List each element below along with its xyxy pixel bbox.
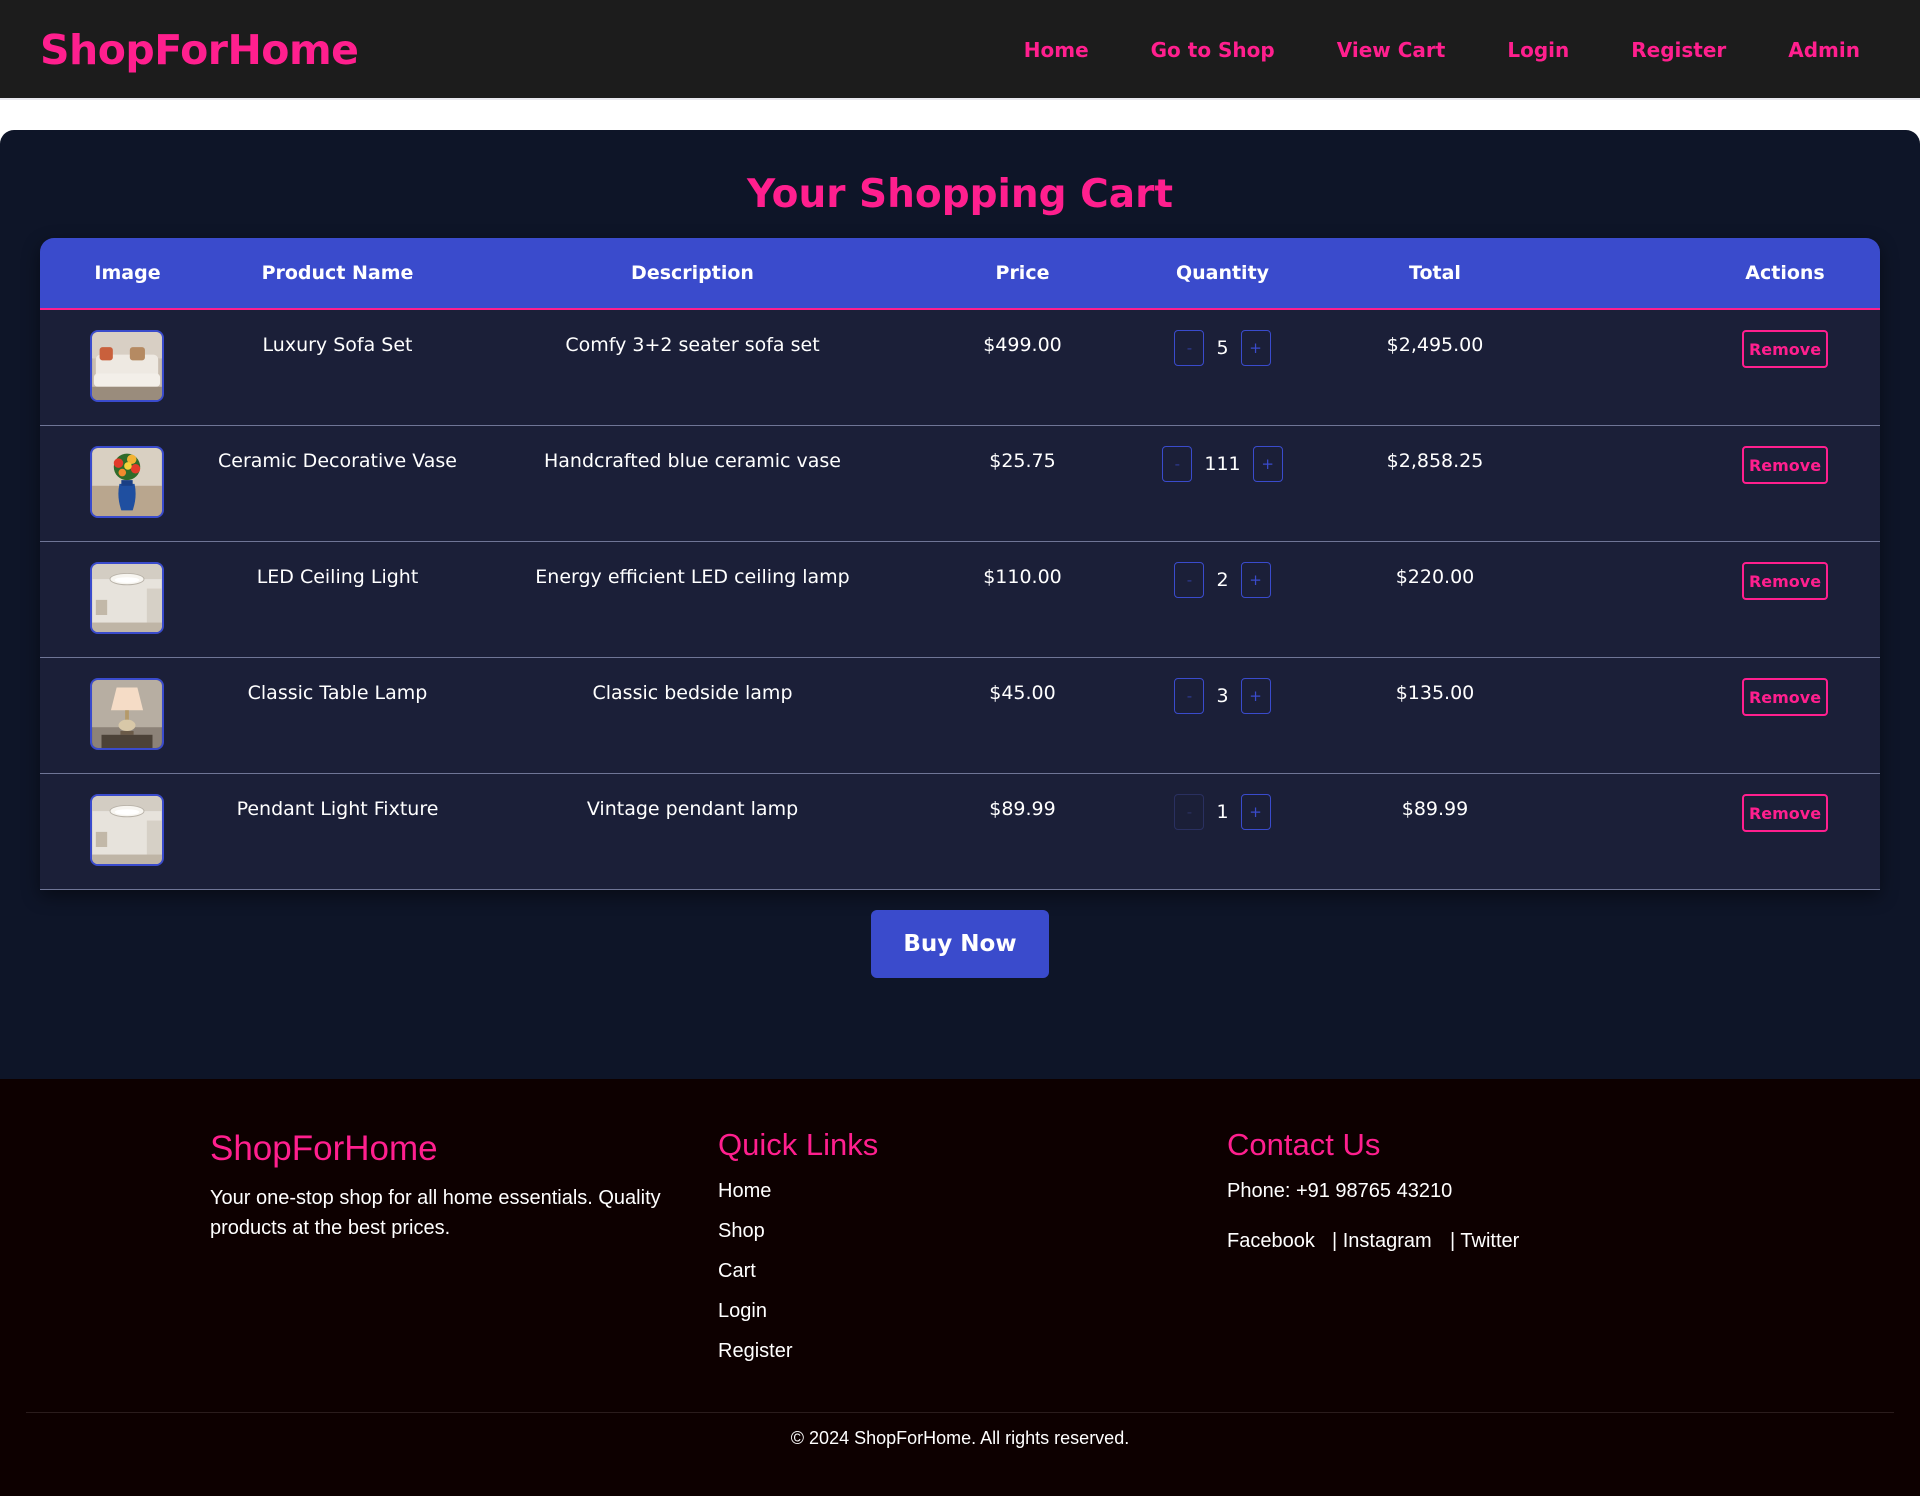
contact-phone: Phone: +91 98765 43210 [1227,1180,1453,1202]
contact-title: Contact Us [1227,1127,1381,1162]
ceiling-light-image [90,562,164,634]
product-name: Pendant Light Fixture [236,798,439,820]
decrease-quantity-button[interactable]: - [1174,794,1205,830]
col-actions: Actions [1745,262,1825,284]
col-product-name: Product Name [261,262,414,284]
product-description: Classic bedside lamp [592,682,793,704]
brand-logo[interactable]: ShopForHome [40,26,359,74]
product-name: Luxury Sofa Set [262,334,413,356]
line-total: $135.00 [1395,682,1475,704]
increase-quantity-button[interactable]: + [1240,562,1271,598]
decrease-quantity-button[interactable]: - [1174,678,1205,714]
increase-quantity-button[interactable]: + [1240,794,1271,830]
remove-button[interactable]: Remove [1742,794,1828,832]
product-description: Energy efficient LED ceiling lamp [535,566,850,588]
product-name: LED Ceiling Light [256,566,419,588]
remove-button[interactable]: Remove [1742,330,1828,368]
increase-quantity-button[interactable]: + [1240,678,1271,714]
nav-shop[interactable]: Go to Shop [1151,38,1275,62]
sofa-image [90,330,164,402]
product-price: $45.00 [989,682,1056,704]
quick-links-title: Quick Links [718,1127,879,1162]
decrease-quantity-button[interactable]: - [1174,562,1205,598]
table-row: Pendant Light Fixture Vintage pendant la… [40,774,1880,890]
col-quantity: Quantity [1175,262,1270,284]
quantity-value: 2 [1216,569,1229,591]
footer-tagline: Your one-stop shop for all home essentia… [210,1187,661,1239]
remove-button[interactable]: Remove [1742,562,1828,600]
product-price: $499.00 [983,334,1062,356]
product-description: Comfy 3+2 seater sofa set [565,334,820,356]
remove-button[interactable]: Remove [1742,446,1828,484]
quantity-stepper: - 2 + [1120,562,1325,598]
footer-link-register[interactable]: Register [718,1340,792,1363]
nav-links: Home Go to Shop View Cart Login Register… [962,38,1860,62]
quantity-stepper: - 3 + [1120,678,1325,714]
quantity-value: 5 [1216,337,1229,359]
page-title: Your Shopping Cart [747,172,1173,217]
cart-panel: Your Shopping Cart Image Product Name De… [0,130,1920,1079]
copyright: © 2024 ShopForHome. All rights reserved. [790,1428,1130,1448]
site-footer: ShopForHome Your one-stop shop for all h… [0,1079,1920,1496]
nav-home[interactable]: Home [1024,38,1089,62]
product-price: $89.99 [989,798,1056,820]
top-navbar: ShopForHome Home Go to Shop View Cart Lo… [0,0,1920,100]
col-description: Description [631,262,754,284]
line-total: $2,495.00 [1386,334,1484,356]
product-description: Handcrafted blue ceramic vase [544,450,841,472]
line-total: $220.00 [1395,566,1475,588]
decrease-quantity-button[interactable]: - [1162,446,1193,482]
col-image: Image [94,262,161,284]
table-lamp-image [90,678,164,750]
table-row: Ceramic Decorative Vase Handcrafted blue… [40,426,1880,542]
nav-login[interactable]: Login [1507,38,1569,62]
product-price: $25.75 [989,450,1056,472]
product-name: Classic Table Lamp [247,682,428,704]
twitter-link[interactable]: | Twitter [1450,1230,1519,1253]
quantity-stepper: - 5 + [1120,330,1325,366]
quantity-value: 111 [1204,453,1241,475]
quantity-stepper: - 1 + [1120,794,1325,830]
product-name: Ceramic Decorative Vase [218,450,457,472]
line-total: $89.99 [1401,798,1469,820]
nav-cart[interactable]: View Cart [1337,38,1446,62]
instagram-link[interactable]: | Instagram [1332,1230,1432,1253]
nav-register[interactable]: Register [1631,38,1726,62]
footer-link-login[interactable]: Login [718,1300,767,1323]
footer-link-shop[interactable]: Shop [718,1220,765,1243]
col-price: Price [995,262,1050,284]
table-header: Image Product Name Description Price Qua… [40,238,1880,310]
decrease-quantity-button[interactable]: - [1174,330,1205,366]
quantity-value: 1 [1216,801,1229,823]
footer-link-cart[interactable]: Cart [718,1260,756,1283]
remove-button[interactable]: Remove [1742,678,1828,716]
col-total: Total [1409,262,1461,284]
buy-now-button[interactable]: Buy Now [871,910,1049,978]
increase-quantity-button[interactable]: + [1240,330,1271,366]
footer-brand: ShopForHome [210,1129,438,1168]
table-row: Luxury Sofa Set Comfy 3+2 seater sofa se… [40,310,1880,426]
increase-quantity-button[interactable]: + [1252,446,1283,482]
facebook-link[interactable]: Facebook [1227,1230,1315,1253]
nav-admin[interactable]: Admin [1788,38,1860,62]
pendant-light-image [90,794,164,866]
vase-image [90,446,164,518]
footer-link-home[interactable]: Home [718,1180,771,1203]
footer-divider [26,1412,1894,1413]
line-total: $2,858.25 [1386,450,1484,472]
table-row: Classic Table Lamp Classic bedside lamp … [40,658,1880,774]
product-description: Vintage pendant lamp [586,798,799,820]
quantity-value: 3 [1216,685,1229,707]
quantity-stepper: - 111 + [1120,446,1325,482]
product-price: $110.00 [983,566,1062,588]
table-row: LED Ceiling Light Energy efficient LED c… [40,542,1880,658]
cart-table: Image Product Name Description Price Qua… [40,238,1880,890]
